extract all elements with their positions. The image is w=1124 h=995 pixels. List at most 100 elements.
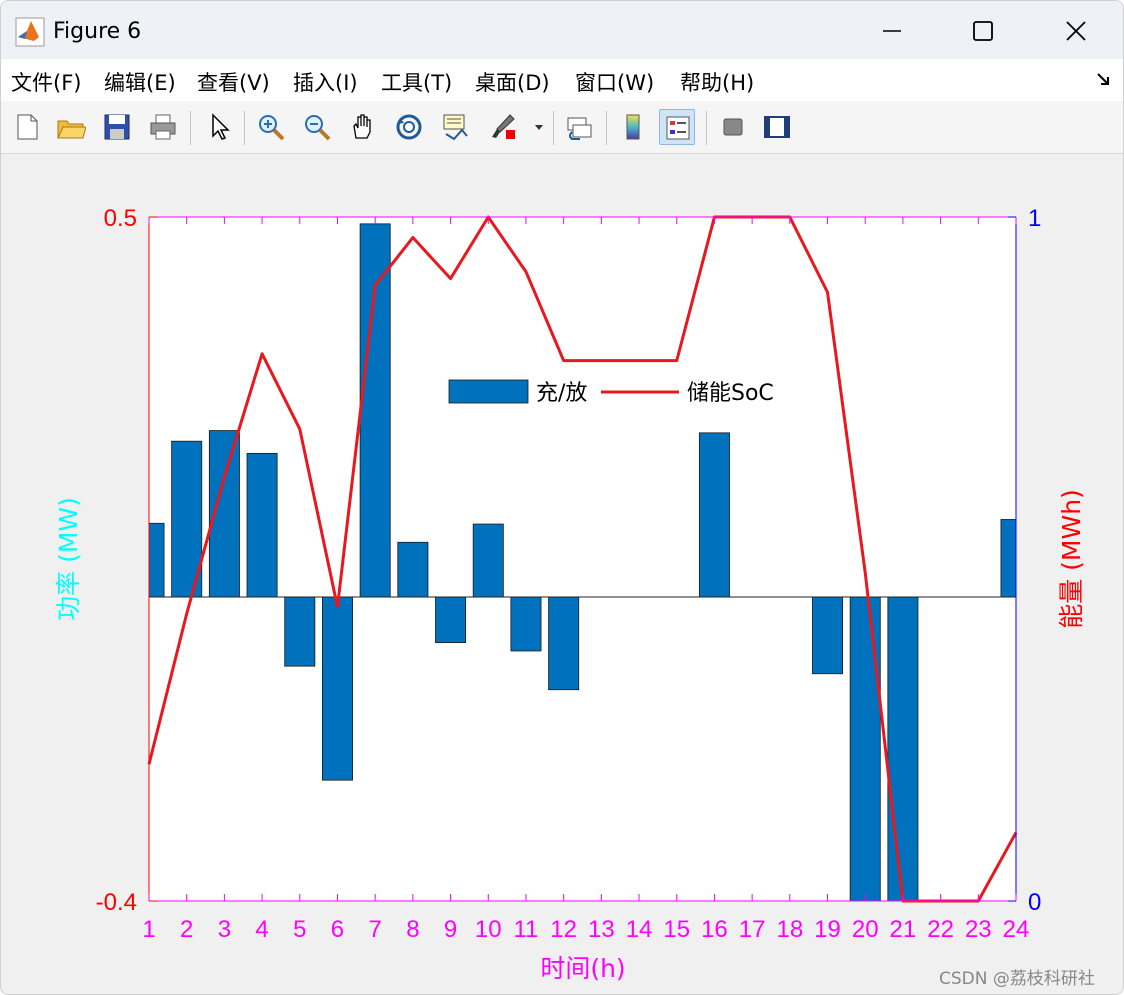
x-tick-label: 9 [444,916,457,943]
x-tick-label: 1 [142,916,155,943]
minimize-button[interactable] [867,11,917,51]
figure-window: Figure 6 文件(F) 编辑(E) 查看(V) 插入(I) 工具(T) 桌… [0,0,1124,995]
x-tick-label: 18 [776,916,803,943]
new-figure-icon [17,114,38,140]
hide-plot-tools-button[interactable] [715,109,751,145]
colorbar-button[interactable] [615,109,651,145]
x-tick-label: 4 [255,916,268,943]
y-axis-label-left: 功率 (MW) [54,497,83,621]
x-tick-label: 8 [406,916,419,943]
legend-button[interactable] [659,109,695,145]
data-cursor-icon [443,114,468,141]
x-tick-label: 21 [890,916,917,943]
menu-view[interactable]: 查看(V) [197,67,270,97]
x-tick-label: 3 [218,916,231,943]
x-tick-label: 13 [588,916,615,943]
x-tick-label: 20 [852,916,879,943]
maximize-button[interactable] [958,11,1008,51]
save-icon [104,114,130,140]
toolbar-separator [553,111,554,145]
brush-dropdown-button[interactable] [529,109,549,145]
x-tick-label: 22 [927,916,954,943]
pan-button[interactable] [345,109,381,145]
dock-arrow-icon[interactable] [1095,71,1113,89]
menu-edit[interactable]: 编辑(E) [104,67,176,97]
zoom-out-icon [305,115,331,141]
y-tick-label-left: 0.5 [104,205,137,232]
x-tick-label: 5 [293,916,306,943]
pan-icon [353,114,371,139]
chevron-down-icon [535,125,543,130]
legend-label-line: 储能SoC [687,381,774,406]
menu-desktop[interactable]: 桌面(D) [475,67,550,97]
menu-insert[interactable]: 插入(I) [293,67,358,97]
figure-canvas[interactable]: 1 2 3 4 5 6 7 8 9 10 11 12 13 14 15 16 17 18 19 20 21 22 23 24-… [1,154,1123,994]
hide-plot-tools-icon [723,118,743,136]
brush-button[interactable] [485,109,521,145]
x-tick-label: 6 [331,916,344,943]
print-icon [150,114,176,140]
matlab-logo-icon [15,17,45,47]
bar [548,596,580,691]
pointer-button[interactable] [201,109,237,145]
close-button[interactable] [1051,11,1101,51]
data-cursor-button[interactable] [437,109,473,145]
zoom-out-button[interactable] [299,109,335,145]
colorbar-icon [626,114,640,140]
toolbar-separator [606,111,607,145]
x-tick-label: 12 [550,916,577,943]
x-tick-label: 24 [1003,916,1030,943]
bar [887,596,919,902]
y-tick-label-right: 1 [1028,205,1041,232]
toolbar-separator [706,111,707,145]
bar [812,596,844,675]
maximize-icon [973,21,993,41]
bar [246,452,278,598]
x-tick-label: 17 [739,916,766,943]
open-file-button[interactable] [53,109,89,145]
bar [284,596,316,667]
x-tick-label: 23 [965,916,992,943]
watermark: CSDN @荔枝科研社 [939,969,1095,989]
legend-swatch-bar [448,379,529,404]
menu-help[interactable]: 帮助(H) [680,67,754,97]
new-figure-button[interactable] [9,109,45,145]
zoom-in-icon [259,115,285,141]
menu-bar: 文件(F) 编辑(E) 查看(V) 插入(I) 工具(T) 桌面(D) 窗口(W… [1,59,1123,101]
bar [435,596,467,643]
toolbar-separator [244,111,245,145]
bar [397,541,429,598]
toolbar-separator [190,111,191,145]
open-file-icon [57,120,86,139]
bar [1000,519,1017,598]
save-button[interactable] [99,109,135,145]
combo-chart: 1 2 3 4 5 6 7 8 9 10 11 12 13 14 15 16 17 18 19 20 21 22 23 24-… [54,205,1086,983]
rotate-3d-button[interactable] [391,109,427,145]
x-tick-label: 10 [475,916,502,943]
show-plot-tools-button[interactable] [759,109,795,145]
bar [849,596,881,902]
x-tick-label: 14 [626,916,653,943]
link-plot-button[interactable] [561,109,597,145]
x-tick-label: 11 [513,916,538,943]
y-tick-label-left: -0.4 [96,889,137,916]
zoom-in-button[interactable] [253,109,289,145]
bar [148,522,165,598]
brush-icon [492,114,515,139]
x-tick-label: 7 [368,916,381,943]
menu-file[interactable]: 文件(F) [11,67,81,97]
print-button[interactable] [145,109,181,145]
window-title: Figure 6 [53,19,142,44]
bar [698,432,730,598]
pointer-icon [212,113,230,140]
x-tick-label: 15 [663,916,690,943]
menu-tools[interactable]: 工具(T) [381,67,452,97]
bar [321,596,353,781]
link-plot-icon [567,117,592,140]
title-bar[interactable]: Figure 6 [1,1,1123,59]
legend-icon [666,116,690,140]
menu-window[interactable]: 窗口(W) [575,67,654,97]
plot-background [149,217,1016,901]
minimize-icon [883,30,901,32]
bar [510,596,542,652]
